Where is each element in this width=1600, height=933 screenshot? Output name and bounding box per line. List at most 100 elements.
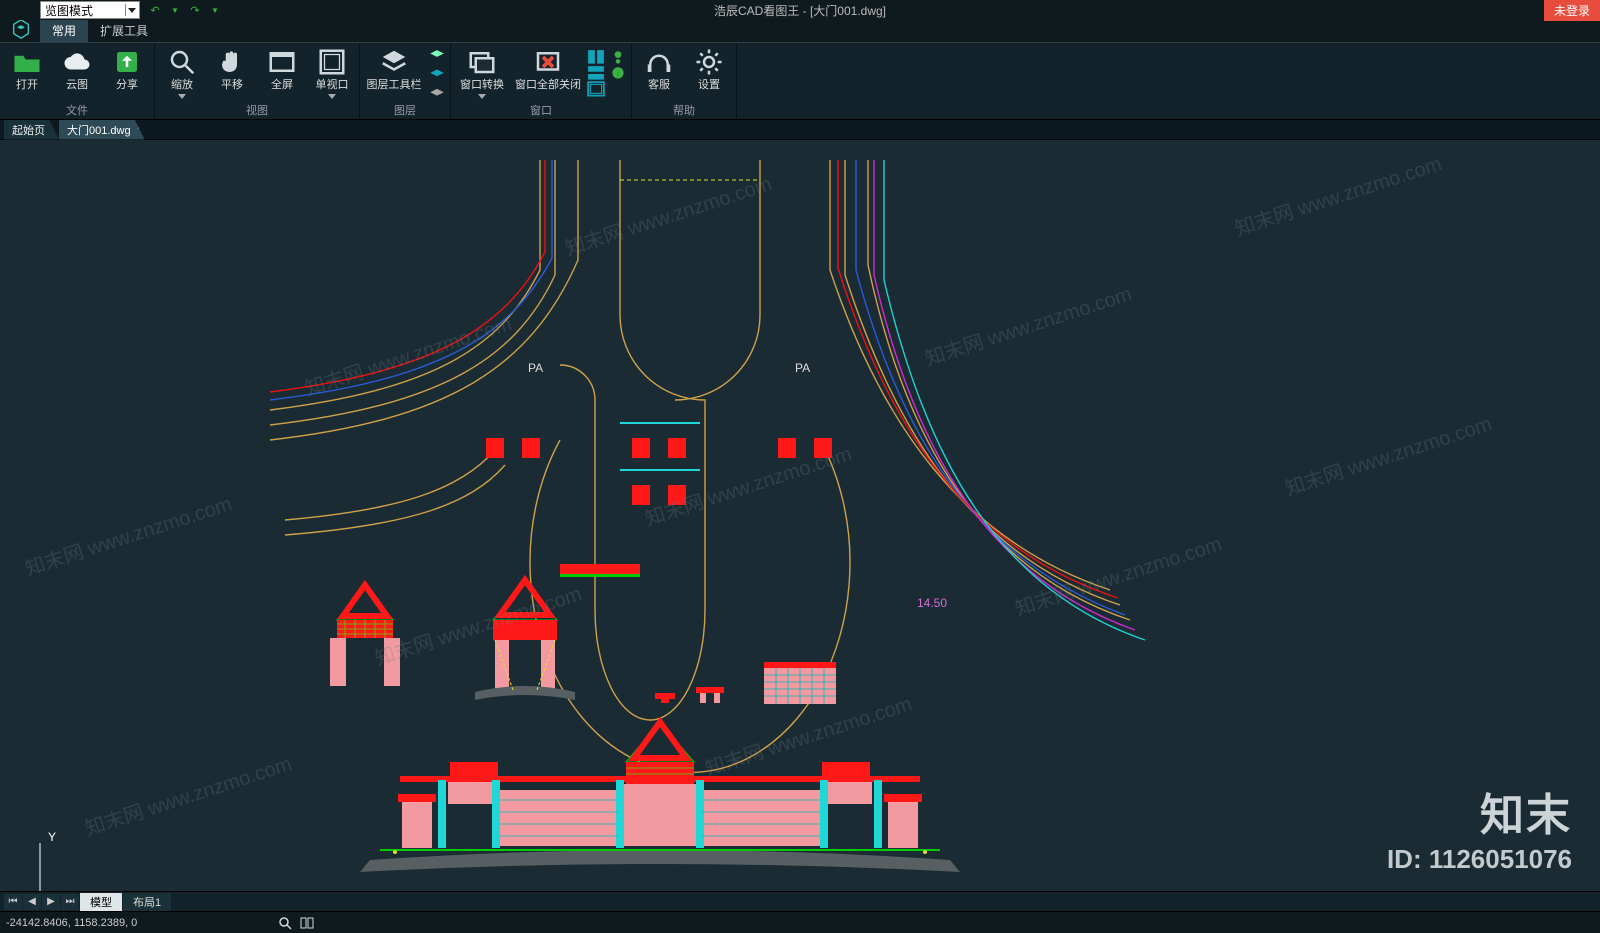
cad-drawing: PA PA 14.50 <box>0 140 1600 891</box>
tile-windows-icon[interactable] <box>299 915 315 931</box>
layer-small-icon-3[interactable] <box>428 81 446 95</box>
zoom-button[interactable]: 缩放 <box>159 45 205 99</box>
fullscreen-label: 全屏 <box>271 79 293 91</box>
window-tools-column-2: i <box>609 45 627 79</box>
app-title: 浩辰CAD看图王 - [大门001.dwg] <box>714 2 886 19</box>
ribbon-group-help: 客服 设置 帮助 <box>632 43 737 119</box>
layers-icon <box>379 47 409 77</box>
close-all-windows-button[interactable]: 窗口全部关闭 <box>513 45 583 91</box>
close-all-icon <box>533 47 563 77</box>
window-small-icon-4[interactable] <box>609 49 627 63</box>
share-label: 分享 <box>116 79 138 91</box>
hand-icon <box>217 47 247 77</box>
window-switch-icon <box>467 47 497 77</box>
document-tabs: 起始页 大门001.dwg × <box>0 120 1600 140</box>
drawing-canvas[interactable]: PA PA 14.50 <box>0 140 1600 891</box>
close-icon[interactable]: × <box>137 122 143 133</box>
ribbon-tabs: 常用 扩展工具 <box>0 20 1600 42</box>
doc-tab-start[interactable]: 起始页 <box>4 120 59 140</box>
viewport-button[interactable]: 单视口 <box>309 45 355 99</box>
chevron-down-icon <box>125 4 137 16</box>
view-mode-dropdown[interactable]: 览图模式 <box>40 1 140 19</box>
doc-tab-file[interactable]: 大门001.dwg × <box>59 120 145 140</box>
cs-label: 客服 <box>648 79 670 91</box>
group-label-help: 帮助 <box>636 102 732 119</box>
quick-access-toolbar: ↶ ▼ ↷ ▼ <box>148 3 222 17</box>
watermark-id: ID: 1126051076 <box>1387 844 1572 875</box>
group-label-file: 文件 <box>4 102 150 119</box>
headset-icon <box>644 47 674 77</box>
fullscreen-button[interactable]: 全屏 <box>259 45 305 91</box>
next-tab-button[interactable]: ▶ <box>42 894 60 910</box>
open-label: 打开 <box>16 79 38 91</box>
layout-tab-layout1[interactable]: 布局1 <box>123 893 171 911</box>
axis-y-label: Y <box>48 830 56 844</box>
cloud-label: 云图 <box>66 79 88 91</box>
zoom-label: 缩放 <box>171 79 193 91</box>
first-tab-button[interactable]: ⏮ <box>4 894 22 910</box>
view-mode-label: 览图模式 <box>45 2 93 19</box>
login-button[interactable]: 未登录 <box>1544 0 1600 21</box>
pa-label-left: PA <box>528 361 543 375</box>
group-label-window: 窗口 <box>455 102 627 119</box>
window-small-icon-1[interactable] <box>587 49 605 63</box>
folder-open-icon <box>12 47 42 77</box>
ribbon: 打开 云图 分享 文件 缩放 <box>0 42 1600 120</box>
layer-tools-column <box>428 45 446 95</box>
window-small-icon-2[interactable] <box>587 65 605 79</box>
chevron-down-icon <box>178 94 186 99</box>
chevron-down-icon <box>478 94 486 99</box>
window-small-icon-5[interactable]: i <box>609 65 627 79</box>
gear-icon <box>694 47 724 77</box>
layer-toolbar-button[interactable]: 图层工具栏 <box>364 45 424 91</box>
cloud-button[interactable]: 云图 <box>54 45 100 91</box>
settings-button[interactable]: 设置 <box>686 45 732 91</box>
share-button[interactable]: 分享 <box>104 45 150 91</box>
redo-dd-icon[interactable]: ▼ <box>208 3 222 17</box>
layer-toolbar-label: 图层工具栏 <box>367 79 422 91</box>
viewport-icon <box>317 47 347 77</box>
open-button[interactable]: 打开 <box>4 45 50 91</box>
pan-button[interactable]: 平移 <box>209 45 255 91</box>
pan-label: 平移 <box>221 79 243 91</box>
window-switch-button[interactable]: 窗口转换 <box>455 45 509 99</box>
layer-small-icon-1[interactable] <box>428 49 446 63</box>
customer-service-button[interactable]: 客服 <box>636 45 682 91</box>
close-all-label: 窗口全部关闭 <box>515 79 581 91</box>
ribbon-group-file: 打开 云图 分享 文件 <box>0 43 155 119</box>
layout-tab-model[interactable]: 模型 <box>80 893 122 911</box>
ribbon-group-layer: 图层工具栏 图层 <box>360 43 451 119</box>
last-tab-button[interactable]: ⏭ <box>61 894 79 910</box>
layer-small-icon-2[interactable] <box>428 65 446 79</box>
undo-dd-icon[interactable]: ▼ <box>168 3 182 17</box>
tab-common[interactable]: 常用 <box>40 19 88 42</box>
fullscreen-icon <box>267 47 297 77</box>
svg-text:i: i <box>617 68 619 78</box>
redo-icon[interactable]: ↷ <box>188 3 202 17</box>
ribbon-group-view: 缩放 平移 全屏 单视口 视图 <box>155 43 360 119</box>
zoom-window-icon[interactable] <box>277 915 293 931</box>
status-bar: -24142.8406, 1158.2389, 0 <box>0 911 1600 933</box>
viewport-label: 单视口 <box>316 79 349 91</box>
ribbon-group-window: 窗口转换 窗口全部关闭 i 窗口 <box>451 43 632 119</box>
prev-tab-button[interactable]: ◀ <box>23 894 41 910</box>
share-icon <box>112 47 142 77</box>
pa-label-right: PA <box>795 361 810 375</box>
window-small-icon-3[interactable] <box>587 81 605 95</box>
doc-tab-file-label: 大门001.dwg <box>67 125 131 137</box>
tab-extension-tools[interactable]: 扩展工具 <box>88 19 160 42</box>
title-bar: 览图模式 ↶ ▼ ↷ ▼ 浩辰CAD看图王 - [大门001.dwg] 未登录 <box>0 0 1600 20</box>
doc-tab-start-label: 起始页 <box>12 125 45 137</box>
chevron-down-icon <box>328 94 336 99</box>
group-label-layer: 图层 <box>364 102 446 119</box>
undo-icon[interactable]: ↶ <box>148 3 162 17</box>
layout-tabs: ⏮ ◀ ▶ ⏭ 模型 布局1 <box>0 891 1600 911</box>
window-switch-label: 窗口转换 <box>460 79 504 91</box>
magnifier-icon <box>167 47 197 77</box>
coordinates-readout: -24142.8406, 1158.2389, 0 <box>6 917 137 929</box>
group-label-view: 视图 <box>159 102 355 119</box>
elevation-label: 14.50 <box>917 596 947 610</box>
cloud-icon <box>62 47 92 77</box>
window-tools-column <box>587 45 605 95</box>
watermark-brand: 知末 <box>1480 779 1572 843</box>
